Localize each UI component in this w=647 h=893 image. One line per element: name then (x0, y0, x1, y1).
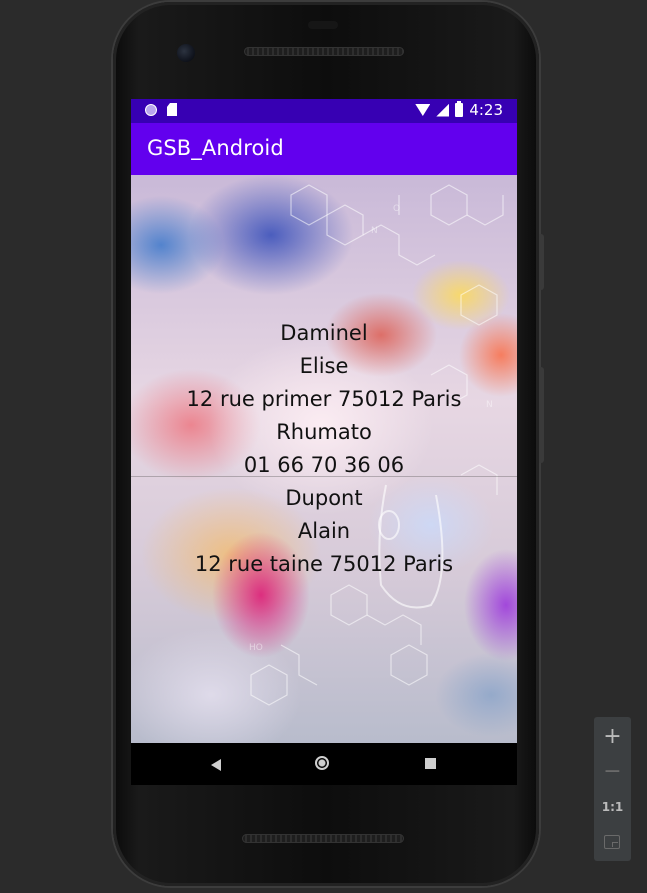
record-2-adresse[interactable]: 12 rue taine 75012 Paris (131, 548, 517, 581)
emulator-window: 4:23 GSB_Android N O N HO Daminel Elise … (0, 0, 647, 893)
zoom-actual-size-button[interactable]: 1:1 (594, 799, 631, 815)
bottom-speaker-grille (242, 834, 404, 843)
sd-card-icon (167, 103, 177, 116)
wifi-icon (415, 104, 431, 116)
battery-icon (455, 101, 464, 117)
proximity-sensor (308, 21, 338, 29)
record-1-telephone[interactable]: 01 66 70 36 06 (131, 449, 517, 482)
svg-text:HO: HO (249, 643, 263, 653)
status-left-icons (145, 103, 177, 116)
fit-screen-icon[interactable] (604, 835, 620, 849)
record-2-prenom[interactable]: Alain (131, 515, 517, 548)
zoom-in-button[interactable]: + (594, 723, 631, 751)
navigation-bar (131, 743, 517, 785)
svg-text:O: O (393, 204, 400, 214)
record-1-specialite[interactable]: Rhumato (131, 416, 517, 449)
status-time: 4:23 (469, 101, 503, 119)
content-area: N O N HO Daminel Elise 12 rue primer 750… (131, 175, 517, 743)
signal-icon (436, 103, 450, 117)
app-title: GSB_Android (147, 136, 284, 160)
device-screen: 4:23 GSB_Android N O N HO Daminel Elise … (131, 99, 517, 785)
notification-dot-icon (145, 103, 157, 116)
home-icon[interactable] (315, 756, 329, 770)
back-icon[interactable] (211, 759, 221, 771)
app-bar: GSB_Android (131, 123, 517, 175)
recents-icon[interactable] (425, 758, 436, 769)
front-camera (177, 44, 195, 62)
top-speaker-grille (244, 47, 404, 56)
record-2-nom[interactable]: Dupont (131, 482, 517, 515)
list-divider (131, 476, 517, 477)
record-1-nom[interactable]: Daminel (131, 317, 517, 350)
zoom-panel: + − 1:1 (594, 717, 631, 861)
record-1-adresse[interactable]: 12 rue primer 75012 Paris (131, 383, 517, 416)
record-1-prenom[interactable]: Elise (131, 350, 517, 383)
power-button[interactable] (539, 234, 544, 290)
zoom-out-button[interactable]: − (594, 758, 631, 786)
status-right-icons: 4:23 (415, 101, 503, 119)
volume-button[interactable] (539, 367, 544, 463)
svg-text:N: N (371, 226, 378, 236)
status-bar: 4:23 (131, 99, 517, 123)
record-list: Daminel Elise 12 rue primer 75012 Paris … (131, 317, 517, 581)
